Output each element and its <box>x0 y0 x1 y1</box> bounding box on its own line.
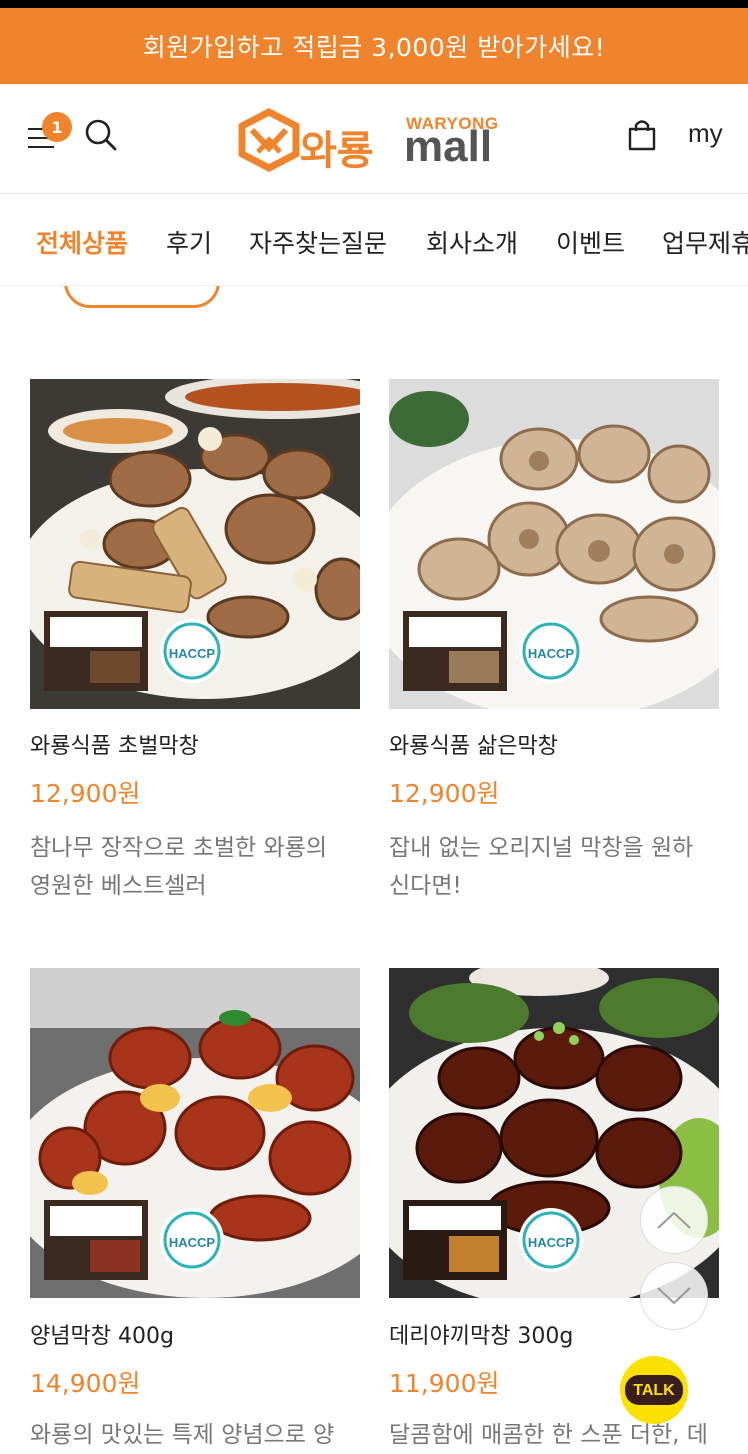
haccp-badge: HACCP <box>528 1235 575 1250</box>
filter-bar-partial <box>0 286 748 316</box>
product-name[interactable]: 데리야끼막창 300g <box>389 1318 573 1350</box>
product-name[interactable]: 양념막창 400g <box>30 1318 174 1350</box>
product-image[interactable]: HACCP <box>389 379 719 709</box>
product-description-line: 와룡의 맛있는 특제 양념으로 양 <box>30 1422 335 1448</box>
product-card[interactable]: HACCP <box>30 379 360 709</box>
product-description-line: 영원한 베스트셀러 <box>30 873 207 899</box>
product-name[interactable]: 와룡식품 초벌막창 <box>30 728 199 760</box>
product-price: 11,900원 <box>389 1369 500 1398</box>
product-card[interactable]: HACCP <box>389 379 719 709</box>
logo-korean: 와룡 <box>300 128 374 174</box>
talk-label: TALK <box>633 1382 675 1399</box>
product-price: 14,900원 <box>30 1369 141 1398</box>
brand-logo[interactable]: 와룡 WARYONG mall <box>234 108 518 174</box>
product-description-line: 신다면! <box>389 873 462 899</box>
menu-badge: 1 <box>42 112 72 142</box>
haccp-badge: HACCP <box>169 646 216 661</box>
product-description-line: 잡내 없는 오리지널 막창을 원하 <box>389 835 694 861</box>
product-name[interactable]: 와룡식품 삶은막창 <box>389 728 558 760</box>
my-page-link[interactable]: my <box>688 118 723 149</box>
filter-pill-partial[interactable] <box>64 286 220 308</box>
tab-partnership[interactable]: 업무제휴 <box>662 224 748 260</box>
logo-mall: mall <box>404 122 493 171</box>
product-card[interactable]: HACCP <box>30 968 360 1298</box>
product-description: 달콤함에 매콤한 한 스푼 더한, 데 <box>389 1416 719 1454</box>
tab-reviews[interactable]: 후기 <box>166 224 212 260</box>
tab-all-products[interactable]: 전체상품 <box>36 224 128 260</box>
product-price: 12,900원 <box>30 779 141 808</box>
logo-mark-icon <box>238 108 300 172</box>
search-icon[interactable] <box>84 118 118 152</box>
product-description-line: 참나무 장작으로 초벌한 와룡의 <box>30 835 328 861</box>
promo-text: 회원가입하고 적립금 3,000원 받아가세요! <box>142 33 606 62</box>
haccp-badge: HACCP <box>169 1235 216 1250</box>
product-image[interactable]: HACCP <box>30 379 360 709</box>
chevron-up-icon <box>657 1211 691 1229</box>
promo-banner[interactable]: 회원가입하고 적립금 3,000원 받아가세요! <box>0 8 748 84</box>
product-description: 와룡의 맛있는 특제 양념으로 양 <box>30 1416 360 1454</box>
product-description: 잡내 없는 오리지널 막창을 원하 신다면! <box>389 829 719 905</box>
talk-bubble-icon: TALK <box>625 1375 683 1405</box>
category-nav: 전체상품 후기 자주찾는질문 회사소개 이벤트 업무제휴 <box>0 194 748 286</box>
product-image[interactable]: HACCP <box>30 968 360 1298</box>
tab-events[interactable]: 이벤트 <box>556 224 625 260</box>
header: 1 와룡 WARYONG mall my <box>0 84 748 194</box>
scroll-top-button[interactable] <box>640 1186 708 1254</box>
product-price: 12,900원 <box>389 779 500 808</box>
shopping-bag-icon[interactable] <box>624 116 660 152</box>
product-description: 참나무 장작으로 초벌한 와룡의 영원한 베스트셀러 <box>30 829 360 905</box>
product-description-line: 달콤함에 매콤한 한 스푼 더한, 데 <box>389 1422 708 1448</box>
status-bar-strip <box>0 0 748 8</box>
kakao-talk-button[interactable]: TALK <box>620 1356 688 1424</box>
haccp-badge: HACCP <box>528 646 575 661</box>
tab-about[interactable]: 회사소개 <box>426 224 518 260</box>
chevron-down-icon <box>657 1287 691 1305</box>
tab-faq[interactable]: 자주찾는질문 <box>249 224 387 260</box>
scroll-bottom-button[interactable] <box>640 1262 708 1330</box>
